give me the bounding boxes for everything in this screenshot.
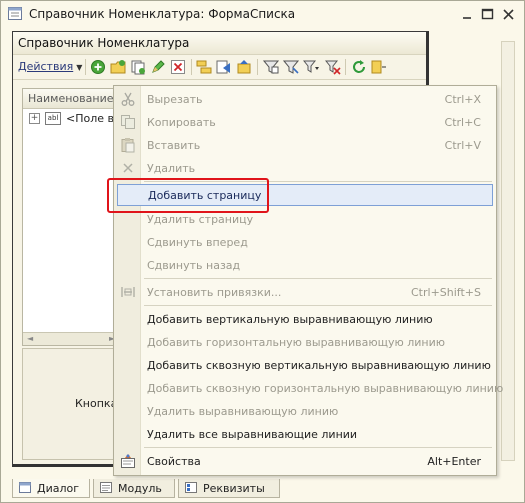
menu-item-paste[interactable]: Вставить Ctrl+V bbox=[114, 134, 496, 156]
menu-item-label: Удалить bbox=[147, 162, 196, 175]
menu-item-move-back[interactable]: Сдвинуть назад bbox=[114, 254, 496, 276]
menu-item-label: Добавить сквозную вертикальную выравнива… bbox=[147, 359, 491, 372]
tab-attributes[interactable]: Реквизиты bbox=[178, 479, 280, 498]
menu-item-label: Сдвинуть вперед bbox=[147, 236, 248, 249]
add-green-icon[interactable] bbox=[90, 59, 106, 75]
annotation-highlight-box bbox=[107, 178, 269, 213]
menu-separator bbox=[144, 278, 492, 279]
properties-icon bbox=[121, 454, 135, 468]
horizontal-scrollbar[interactable]: ◄ ► bbox=[23, 332, 121, 345]
menu-item-label: Добавить вертикальную выравнивающую лини… bbox=[147, 313, 433, 326]
menu-item-label: Установить привязки... bbox=[147, 286, 282, 299]
tab-module[interactable]: Модуль bbox=[93, 479, 175, 498]
toolbar-separator bbox=[345, 59, 346, 75]
menu-item-delete-guide[interactable]: Удалить выравнивающую линию bbox=[114, 400, 496, 422]
form-title: Справочник Номенклатура bbox=[18, 36, 190, 50]
expand-icon[interactable]: + bbox=[29, 113, 40, 124]
list-grid[interactable]: Наименование + abl <Поле в... ◄ ► bbox=[22, 88, 125, 346]
panel-button[interactable]: Кнопка bbox=[75, 397, 117, 410]
filter-by-value-icon[interactable] bbox=[283, 59, 299, 75]
maximize-icon[interactable] bbox=[480, 7, 495, 22]
menu-item-copy[interactable]: Копировать Ctrl+C bbox=[114, 111, 496, 133]
menu-item-add-through-vertical-guide[interactable]: Добавить сквозную вертикальную выравнива… bbox=[114, 354, 496, 376]
delete-x-icon bbox=[123, 163, 133, 173]
paste-icon bbox=[121, 138, 135, 153]
context-menu: Вырезать Ctrl+X Копировать Ctrl+C Встави… bbox=[113, 85, 503, 476]
hierarchy-icon[interactable] bbox=[196, 59, 212, 75]
menu-item-label: Удалить выравнивающую линию bbox=[147, 405, 339, 418]
grid-column-header[interactable]: Наименование bbox=[23, 89, 121, 109]
menu-item-shortcut: Ctrl+Shift+S bbox=[411, 286, 481, 299]
menu-item-add-through-horizontal-guide[interactable]: Добавить сквозную горизонтальную выравни… bbox=[114, 377, 503, 399]
refresh-icon[interactable] bbox=[351, 59, 367, 75]
menu-item-add-vertical-guide[interactable]: Добавить вертикальную выравнивающую лини… bbox=[114, 308, 496, 330]
tab-label: Модуль bbox=[118, 482, 162, 495]
window-titlebar: Справочник Номенклатура: ФормаСписка bbox=[2, 2, 523, 26]
menu-item-add-horizontal-guide[interactable]: Добавить горизонтальную выравнивающую ли… bbox=[114, 331, 496, 353]
close-icon[interactable] bbox=[501, 7, 516, 22]
column-header-label: Наименование bbox=[28, 92, 114, 105]
delete-icon[interactable] bbox=[170, 59, 186, 75]
menu-item-shortcut: Ctrl+X bbox=[444, 93, 481, 106]
copy-element-icon[interactable] bbox=[130, 59, 146, 75]
form-toolbar: Действия ▼ bbox=[13, 55, 426, 80]
menu-item-label: Удалить страницу bbox=[147, 213, 254, 226]
form-icon bbox=[8, 7, 22, 20]
minimize-icon[interactable] bbox=[460, 7, 475, 22]
table-row[interactable]: + abl <Поле в... bbox=[23, 110, 125, 128]
menu-item-label: Удалить все выравнивающие линии bbox=[147, 428, 358, 441]
module-icon bbox=[100, 482, 112, 493]
designer-window: Справочник Номенклатура: ФормаСписка Спр… bbox=[0, 0, 525, 503]
tab-label: Диалог bbox=[37, 482, 80, 495]
more-icon[interactable] bbox=[371, 59, 387, 75]
menu-item-label: Вставить bbox=[147, 139, 201, 152]
clear-filter-icon[interactable] bbox=[325, 59, 341, 75]
menu-item-move-forward[interactable]: Сдвинуть вперед bbox=[114, 231, 496, 253]
dialog-icon bbox=[19, 482, 31, 493]
actions-menu-button[interactable]: Действия ▼ bbox=[18, 60, 82, 73]
menu-item-label: Сдвинуть назад bbox=[147, 259, 241, 272]
add-folder-icon[interactable] bbox=[110, 59, 126, 75]
toolbar-separator bbox=[257, 59, 258, 75]
dropdown-arrow-icon: ▼ bbox=[76, 63, 83, 72]
menu-item-delete[interactable]: Удалить bbox=[114, 157, 496, 179]
menu-item-cut[interactable]: Вырезать Ctrl+X bbox=[114, 88, 496, 110]
toolbar-separator bbox=[85, 59, 86, 75]
scroll-left-icon[interactable]: ◄ bbox=[27, 334, 33, 343]
actions-label: Действия bbox=[18, 60, 74, 73]
filter-icon[interactable] bbox=[263, 59, 279, 75]
vertical-scrollbar[interactable] bbox=[501, 41, 515, 461]
move-to-group-icon[interactable] bbox=[216, 59, 232, 75]
menu-item-shortcut: Ctrl+C bbox=[444, 116, 481, 129]
scissors-icon bbox=[121, 92, 135, 106]
menu-item-label: Добавить горизонтальную выравнивающую ли… bbox=[147, 336, 446, 349]
menu-item-label: Добавить сквозную горизонтальную выравни… bbox=[147, 382, 504, 395]
menu-item-shortcut: Alt+Enter bbox=[427, 455, 481, 468]
bindings-icon bbox=[121, 287, 135, 297]
toolbar-separator bbox=[191, 59, 192, 75]
edit-pencil-icon[interactable] bbox=[150, 59, 166, 75]
attributes-icon bbox=[185, 482, 197, 493]
menu-item-set-bindings[interactable]: Установить привязки... Ctrl+Shift+S bbox=[114, 281, 496, 303]
menu-item-label: Вырезать bbox=[147, 93, 203, 106]
menu-item-delete-all-guides[interactable]: Удалить все выравнивающие линии bbox=[114, 423, 496, 445]
copy-icon bbox=[121, 115, 135, 129]
menu-item-shortcut: Ctrl+V bbox=[444, 139, 481, 152]
form-title-bar: Справочник Номенклатура bbox=[13, 32, 426, 55]
lower-panel: Кнопка bbox=[22, 348, 122, 460]
filter-history-icon[interactable] bbox=[303, 59, 319, 75]
menu-separator bbox=[144, 305, 492, 306]
field-icon: abl bbox=[45, 112, 61, 125]
tab-dialog[interactable]: Диалог bbox=[12, 479, 90, 498]
menu-item-label: Свойства bbox=[147, 455, 201, 468]
menu-separator bbox=[144, 447, 492, 448]
window-title: Справочник Номенклатура: ФормаСписка bbox=[29, 7, 296, 21]
level-up-icon[interactable] bbox=[236, 59, 252, 75]
menu-item-label: Копировать bbox=[147, 116, 216, 129]
menu-item-properties[interactable]: Свойства Alt+Enter bbox=[114, 450, 496, 472]
tab-label: Реквизиты bbox=[203, 482, 265, 495]
